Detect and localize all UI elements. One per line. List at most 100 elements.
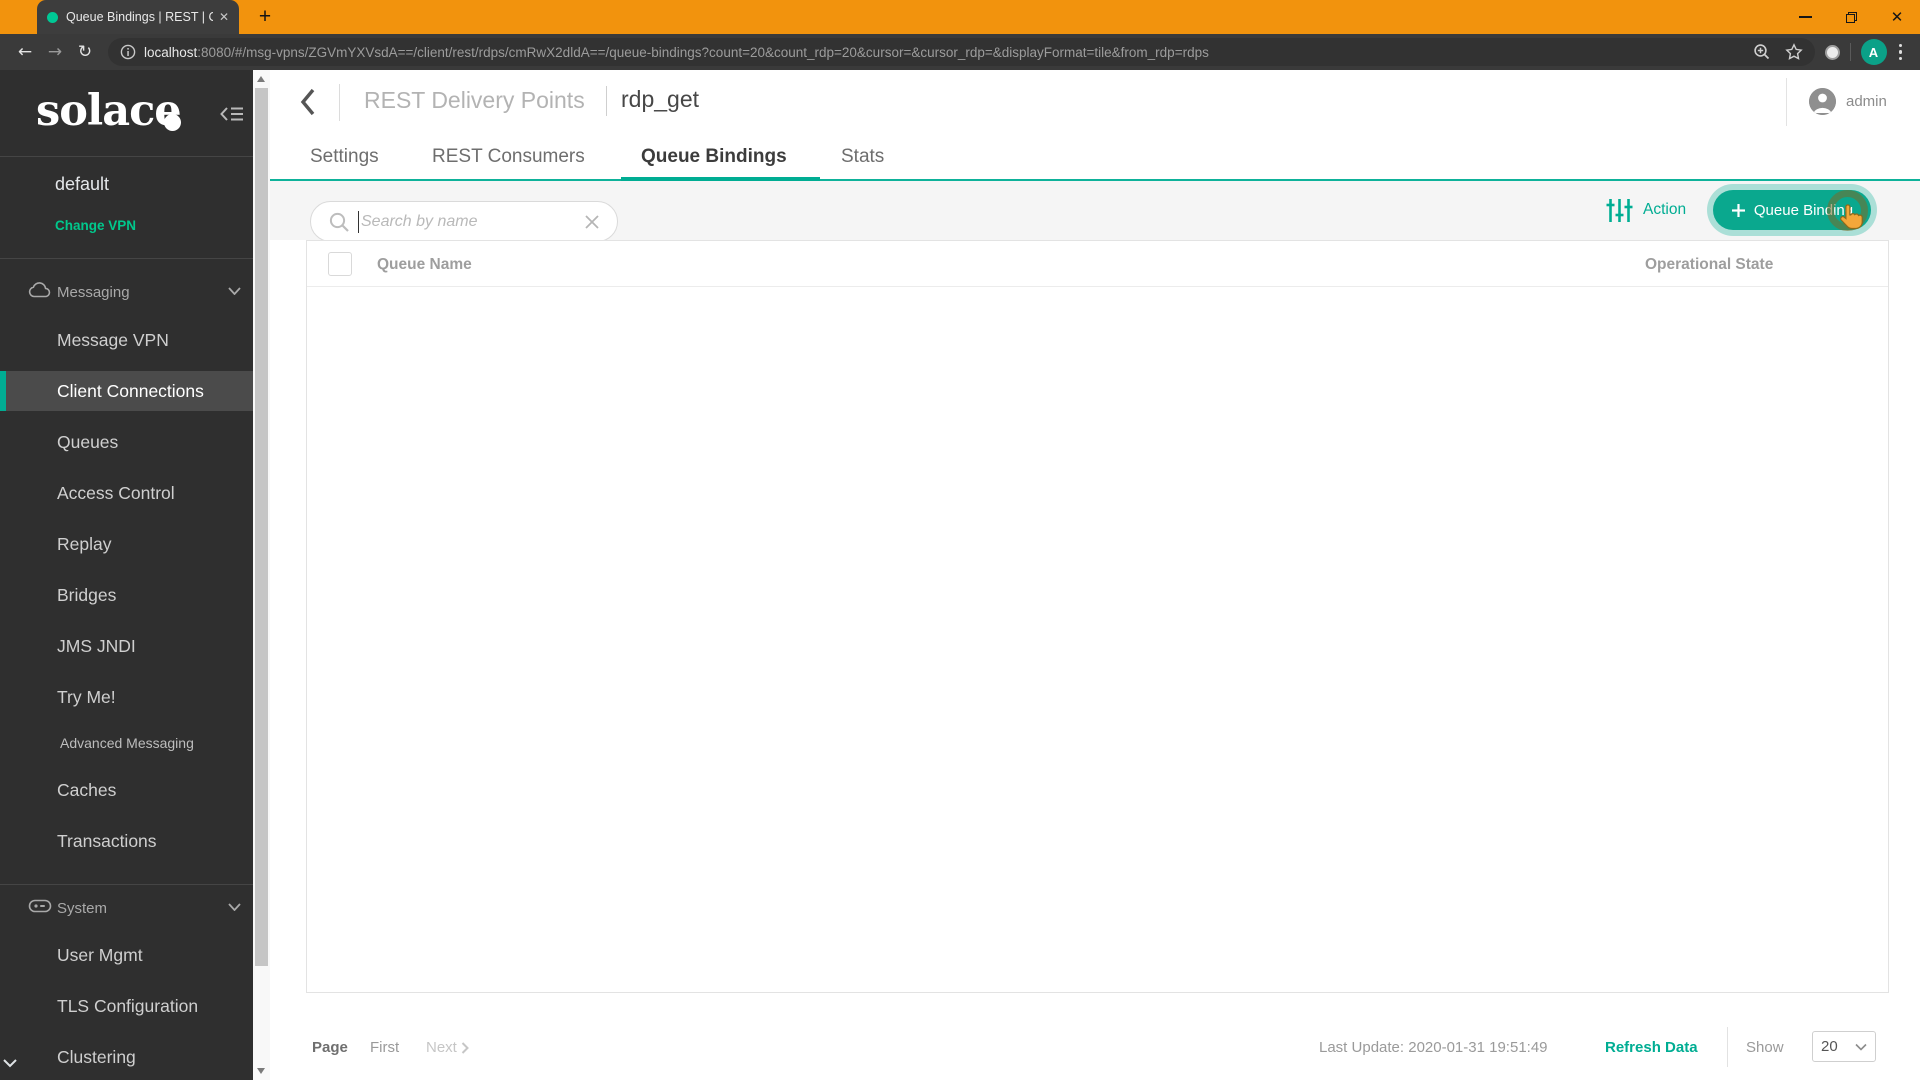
minimize-icon — [1798, 16, 1812, 18]
queue-bindings-table: Queue Name Operational State — [306, 240, 1889, 993]
browser-toolbar: ← → ↻ localhost:8080/#/msg-vpns/ZGVmYXVs… — [0, 34, 1920, 70]
user-name[interactable]: admin — [1846, 93, 1887, 110]
footer-divider — [1727, 1027, 1728, 1067]
change-vpn-link[interactable]: Change VPN — [55, 218, 136, 233]
refresh-data-link[interactable]: Refresh Data — [1605, 1039, 1698, 1056]
page-size-value: 20 — [1821, 1038, 1838, 1055]
sidebar-divider — [0, 258, 253, 259]
sidebar-item-queues[interactable]: Queues — [0, 422, 253, 462]
bookmark-star-icon[interactable] — [1784, 43, 1803, 61]
action-sliders-icon — [1606, 199, 1633, 222]
window-restore-button[interactable] — [1828, 0, 1874, 34]
restore-icon — [1845, 11, 1857, 23]
sidebar-divider — [0, 884, 253, 885]
solace-logo: solace — [36, 86, 182, 136]
next-page-button[interactable]: Next — [426, 1039, 469, 1056]
breadcrumb[interactable]: REST Delivery Points — [364, 87, 585, 114]
header-divider — [1786, 78, 1787, 126]
tab-bar: Settings REST Consumers Queue Bindings S… — [270, 135, 1920, 182]
window-minimize-button[interactable] — [1782, 0, 1828, 34]
scrollbar-up-arrow[interactable] — [257, 76, 265, 82]
address-bar[interactable]: localhost:8080/#/msg-vpns/ZGVmYXVsdA==/c… — [108, 38, 1815, 66]
sidebar-item-client-connections[interactable]: Client Connections — [0, 371, 253, 411]
extension-orb-icon[interactable] — [1824, 44, 1840, 60]
page-title: rdp_get — [621, 86, 700, 112]
page-size-select[interactable]: 20 — [1812, 1031, 1876, 1062]
sidebar-item-bridges[interactable]: Bridges — [0, 575, 253, 615]
action-label: Action — [1643, 201, 1687, 218]
sidebar-item-jms-jndi[interactable]: JMS JNDI — [0, 626, 253, 666]
system-chip-icon — [28, 899, 52, 913]
scrollbar-thumb[interactable] — [255, 88, 268, 966]
column-queue-name: Queue Name — [377, 256, 472, 273]
sidebar-item-clustering[interactable]: Clustering — [0, 1037, 253, 1077]
title-divider — [606, 86, 607, 116]
hand-cursor-icon — [1840, 204, 1863, 230]
url-text: localhost:8080/#/msg-vpns/ZGVmYXVsdA==/c… — [144, 44, 1209, 60]
close-icon: ✕ — [1890, 9, 1904, 26]
sidebar-divider — [0, 156, 253, 157]
reload-icon[interactable]: ↻ — [70, 42, 100, 62]
tab-queue-bindings[interactable]: Queue Bindings — [641, 146, 787, 168]
screen: Queue Bindings | REST | Client Co ✕ + ✕ … — [0, 0, 1920, 1080]
search-input[interactable] — [361, 205, 576, 238]
sidebar-section-messaging[interactable]: Messaging — [0, 278, 253, 308]
sidebar-scroll-down-icon[interactable] — [2, 1058, 18, 1068]
user-avatar-icon[interactable] — [1809, 88, 1836, 115]
sidebar-item-caches[interactable]: Caches — [0, 770, 253, 810]
sidebar-item-tls-configuration[interactable]: TLS Configuration — [0, 986, 253, 1026]
chevron-down-icon — [228, 287, 241, 295]
window-close-button[interactable]: ✕ — [1874, 0, 1920, 34]
table-header-row: Queue Name Operational State — [307, 241, 1888, 287]
cloud-icon — [28, 282, 51, 298]
chevron-down-icon — [1855, 1043, 1867, 1051]
header-divider — [339, 84, 340, 121]
sidebar-item-user-mgmt[interactable]: User Mgmt — [0, 935, 253, 975]
browser-titlebar: Queue Bindings | REST | Client Co ✕ + ✕ — [0, 0, 1920, 34]
sidebar-item-replay[interactable]: Replay — [0, 524, 253, 564]
main-content: REST Delivery Points rdp_get admin Setti… — [270, 70, 1920, 1080]
sidebar-item-try-me[interactable]: Try Me! — [0, 677, 253, 717]
toolbar-divider — [1849, 43, 1851, 61]
pagination-footer: Page First Next Last Update: 2020-01-31 … — [270, 993, 1920, 1080]
last-update-text: Last Update: 2020-01-31 19:51:49 — [1319, 1039, 1548, 1056]
chevron-down-icon — [228, 903, 241, 911]
solace-logo-dot — [164, 114, 181, 131]
browser-profile-avatar[interactable]: A — [1860, 39, 1887, 65]
action-button[interactable]: Action — [1606, 196, 1706, 226]
clear-search-icon[interactable] — [583, 213, 601, 231]
page-label: Page — [312, 1039, 348, 1056]
sidebar-item-advanced-messaging[interactable]: Advanced Messaging — [0, 727, 253, 759]
sidebar-scrollbar[interactable] — [253, 70, 270, 1080]
sidebar-item-access-control[interactable]: Access Control — [0, 473, 253, 513]
column-operational-state: Operational State — [1645, 256, 1774, 273]
tab-rest-consumers[interactable]: REST Consumers — [432, 146, 585, 168]
tab-stats[interactable]: Stats — [841, 146, 884, 168]
first-page-button[interactable]: First — [370, 1039, 399, 1056]
zoom-page-icon[interactable] — [1753, 43, 1771, 61]
search-box[interactable] — [310, 201, 618, 242]
browser-tab[interactable]: Queue Bindings | REST | Client Co ✕ — [37, 0, 239, 34]
back-button[interactable] — [298, 86, 318, 118]
sidebar: solace default Change VPN Messaging Mess… — [0, 70, 253, 1080]
select-all-checkbox[interactable] — [328, 252, 352, 276]
chevron-right-icon — [461, 1041, 469, 1054]
plus-icon — [1731, 203, 1745, 217]
forward-icon[interactable]: → — [40, 42, 70, 62]
browser-menu-icon[interactable] — [1898, 43, 1902, 61]
browser-tab-title: Queue Bindings | REST | Client Co — [66, 10, 213, 24]
tab-close-icon[interactable]: ✕ — [219, 10, 229, 24]
text-caret — [358, 211, 359, 233]
sidebar-item-transactions[interactable]: Transactions — [0, 821, 253, 861]
search-icon — [329, 212, 349, 232]
solace-favicon-icon — [47, 11, 58, 23]
sidebar-section-system[interactable]: System — [0, 894, 253, 924]
tab-settings[interactable]: Settings — [310, 146, 379, 168]
sidebar-collapse-icon[interactable] — [220, 104, 244, 124]
info-icon[interactable] — [120, 44, 136, 60]
vpn-name: default — [55, 174, 110, 194]
back-icon[interactable]: ← — [10, 42, 40, 62]
scrollbar-down-arrow[interactable] — [257, 1068, 265, 1074]
new-tab-button[interactable]: + — [252, 4, 278, 30]
sidebar-item-message-vpn[interactable]: Message VPN — [0, 320, 253, 360]
